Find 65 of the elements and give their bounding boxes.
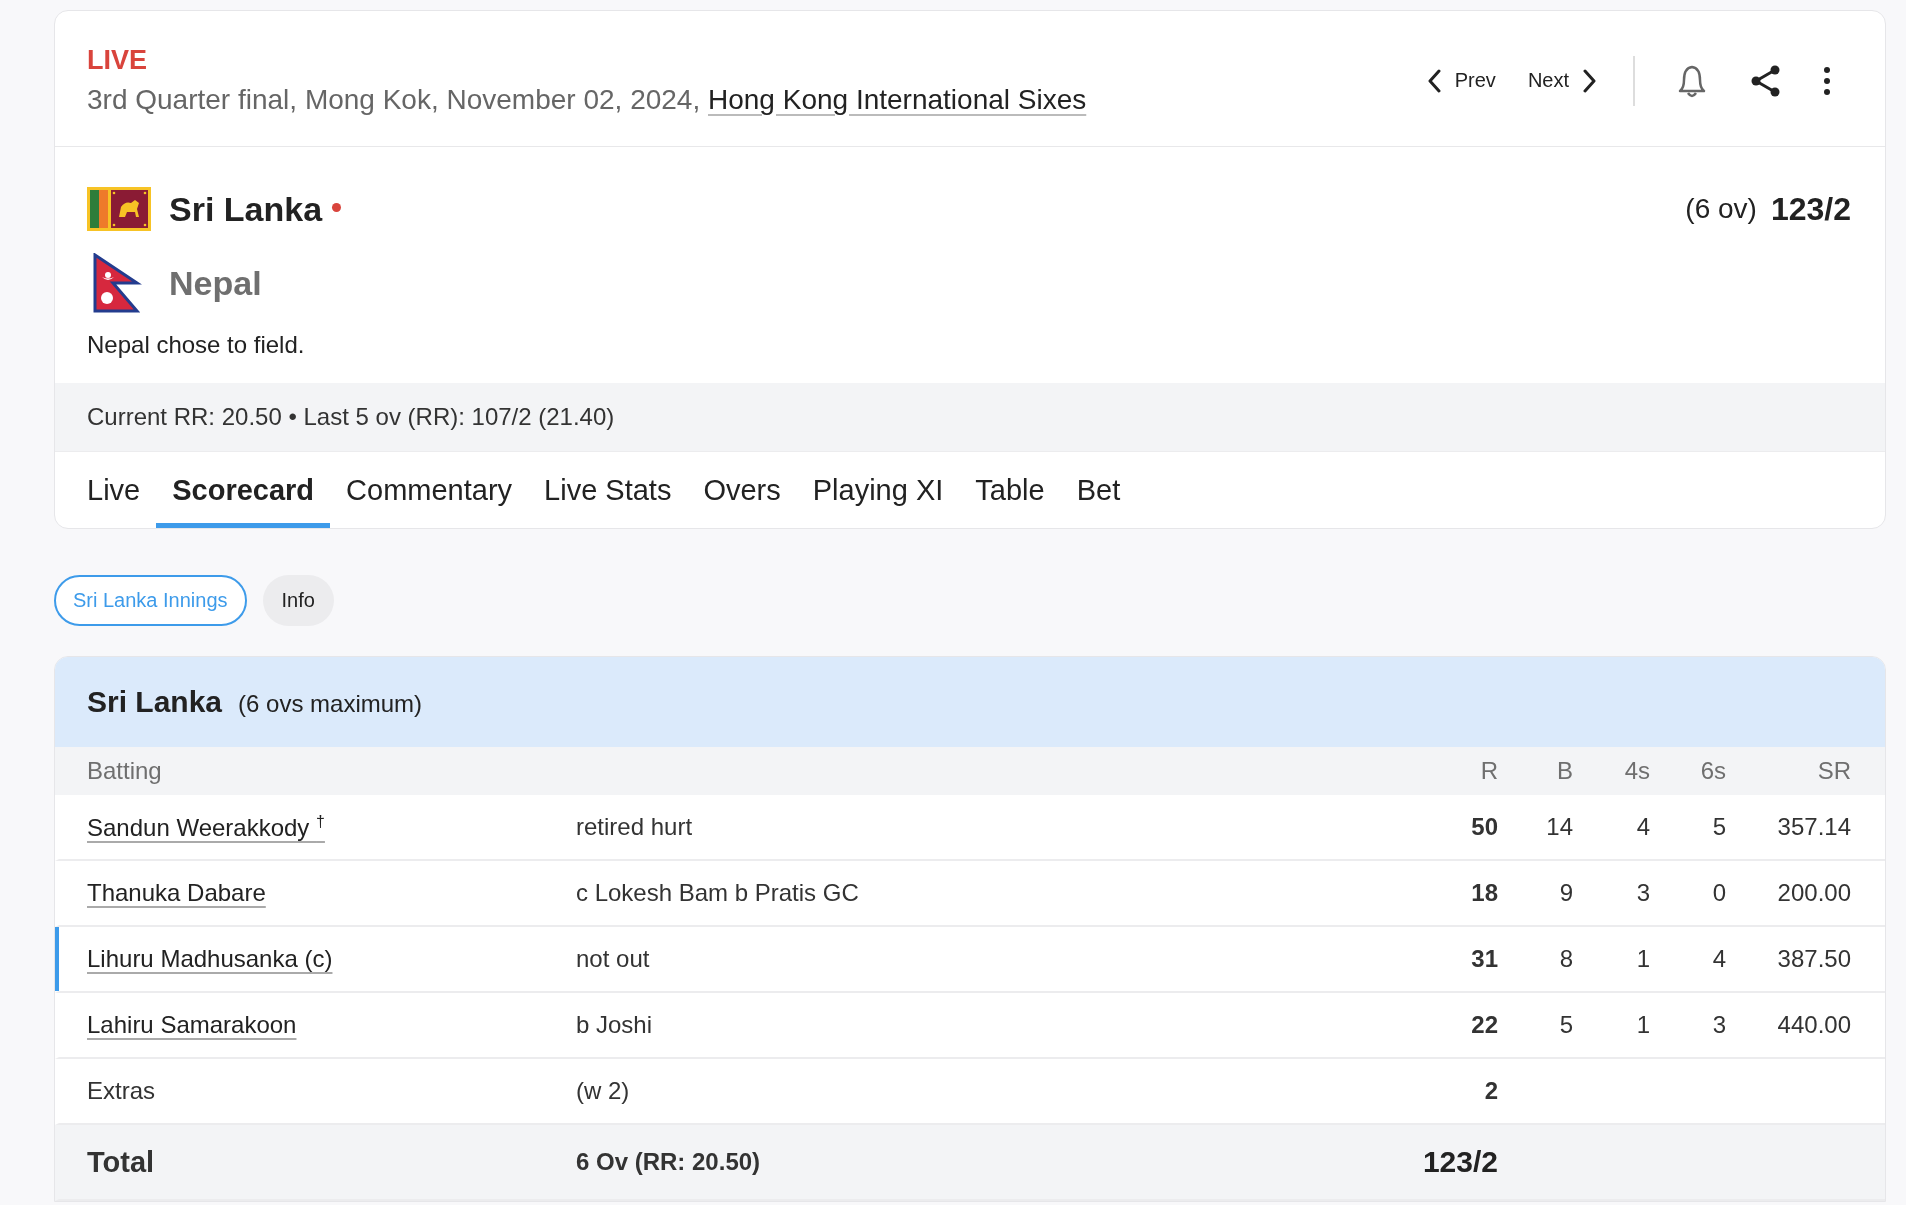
fours-cell-text: 3 (1635, 879, 1650, 907)
chevron-left-icon (1426, 68, 1441, 93)
batter-name-link[interactable]: Lahiru Samarakoon (87, 1011, 297, 1038)
total-label: Total (87, 1145, 156, 1179)
extras-runs: 2 (1483, 1077, 1498, 1105)
runs-cell-text: 50 (1470, 813, 1498, 841)
innings-note: (6 ovs maximum) (238, 690, 423, 718)
flag-icon (87, 187, 151, 231)
team-name: Sri Lanka (169, 189, 323, 229)
run-rate-bar: Current RR: 20.50 • Last 5 ov (RR): 107/2 (21.40) (55, 383, 1885, 451)
sixes-cell-text: 0 (1711, 879, 1726, 907)
tab[interactable]: Playing XI (796, 452, 960, 528)
column-header: B (1556, 757, 1573, 785)
sixes-cell-text: 3 (1711, 1011, 1726, 1039)
live-label: LIVE (87, 45, 148, 76)
tab[interactable]: Overs (687, 452, 797, 528)
tab[interactable]: Table (959, 452, 1061, 528)
overs-text: (6 ov) (1685, 193, 1757, 225)
batter-name-link[interactable]: Thanuka Dabare (87, 879, 266, 906)
sixes-cell-text: 5 (1711, 813, 1726, 841)
strike-rate-cell-text: 200.00 (1776, 879, 1851, 907)
tab[interactable]: Commentary (330, 452, 529, 528)
dismissal-text: retired hurt (576, 813, 694, 841)
balls-cell-text: 14 (1545, 813, 1573, 841)
tab[interactable]: Live (71, 452, 157, 528)
balls-cell-text: 9 (1558, 879, 1573, 907)
fours-cell-text: 4 (1635, 813, 1650, 841)
column-header: 6s (1699, 757, 1726, 785)
strike-rate-cell-text: 387.50 (1776, 945, 1851, 973)
fours-cell-text: 1 (1635, 1011, 1650, 1039)
extras-label: Extras (87, 1077, 156, 1105)
column-header: R (1479, 757, 1498, 785)
dismissal-text: not out (576, 945, 651, 973)
balls-cell-text: 8 (1558, 945, 1573, 973)
extras-detail: (w 2) (576, 1077, 631, 1105)
fours-cell-text: 1 (1635, 945, 1650, 973)
runs-cell-text: 22 (1470, 1011, 1498, 1039)
next-button[interactable]: Next (1511, 62, 1613, 99)
prev-button[interactable]: Prev (1410, 62, 1512, 99)
balls-cell-text: 5 (1558, 1011, 1573, 1039)
innings-pill[interactable]: Info (262, 575, 334, 626)
runs-cell-text: 31 (1470, 945, 1498, 973)
runs-cell-text: 18 (1470, 879, 1498, 907)
column-header: SR (1816, 757, 1851, 785)
column-header: Batting (87, 757, 163, 785)
total-detail: 6 Ov (RR: 20.50) (576, 1148, 762, 1176)
tab[interactable]: Bet (1060, 452, 1137, 528)
match-description: 3rd Quarter final, Mong Kok, November 02, 2024, Hong Kong International Sixes (87, 84, 1088, 116)
innings-team-name: Sri Lanka (87, 685, 223, 719)
dismissal-text: c Lokesh Bam b Pratis GC (576, 879, 860, 907)
chevron-right-icon (1583, 68, 1597, 93)
team-name: Nepal (169, 263, 262, 303)
total-runs: 123/2 (1421, 1145, 1498, 1179)
tab[interactable]: Scorecard (156, 452, 331, 528)
tab[interactable]: Live Stats (528, 452, 688, 528)
column-header: 4s (1623, 757, 1650, 785)
team-score: 123/2 (1770, 190, 1851, 228)
strike-rate-cell-text: 357.14 (1776, 813, 1851, 841)
series-link[interactable]: Hong Kong International Sixes (708, 84, 1087, 115)
toss-text: Nepal chose to field. (86, 330, 306, 360)
strike-rate-cell-text: 440.00 (1776, 1011, 1851, 1039)
sixes-cell-text: 4 (1711, 945, 1726, 973)
batter-name-link[interactable]: Sandun Weerakkody $^{†}$ (87, 813, 325, 841)
dismissal-text: b Joshi (576, 1011, 654, 1039)
batter-name-link[interactable]: Lihuru Madhusanka (c) (87, 945, 333, 972)
